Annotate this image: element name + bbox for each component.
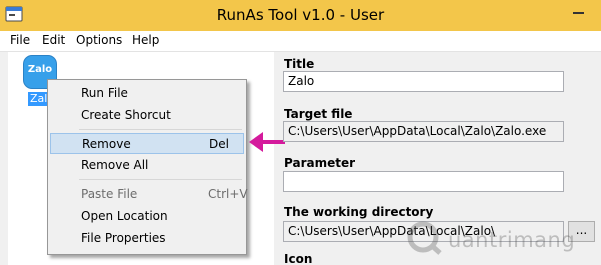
target-file-input[interactable]: C:\Users\User\AppData\Local\Zalo\Zalo.ex…	[283, 121, 564, 142]
title-bar[interactable]: RunAs Tool v1.0 - User	[0, 0, 601, 31]
context-menu: Run File Create Shorcut Remove Del Remov…	[47, 79, 248, 255]
menu-item-open-location[interactable]: Open Location	[50, 206, 244, 227]
watermark-text: uantrimang	[448, 228, 576, 252]
target-file-label: Target file	[284, 107, 353, 121]
parameter-label: Parameter	[284, 156, 356, 170]
menu-separator	[79, 179, 242, 180]
menu-separator	[79, 129, 242, 130]
working-directory-label: The working directory	[284, 205, 434, 219]
runas-tool-window: RunAs Tool v1.0 - User File Edit Options…	[0, 0, 601, 265]
watermark: uantrimang	[406, 218, 596, 258]
menu-item-run-file[interactable]: Run File	[50, 83, 244, 104]
menu-bar: File Edit Options Help	[0, 31, 601, 52]
menu-item-file-properties[interactable]: File Properties	[50, 228, 244, 249]
icon-field-label: Icon	[284, 252, 313, 265]
menu-item-create-shortcut[interactable]: Create Shorcut	[50, 105, 244, 126]
menu-item-remove-all[interactable]: Remove All	[50, 155, 244, 176]
watermark-logo-icon	[407, 221, 442, 255]
minimize-button[interactable]	[556, 0, 601, 22]
window-title: RunAs Tool v1.0 - User	[216, 6, 385, 24]
menu-options[interactable]: Options	[76, 33, 122, 47]
menu-item-paste-file: Paste File Ctrl+V	[81, 187, 248, 201]
minimize-icon	[573, 12, 584, 14]
title-field-label: Title	[284, 57, 315, 71]
parameter-input[interactable]	[283, 171, 564, 192]
menu-file[interactable]: File	[10, 33, 30, 47]
menu-item-remove[interactable]: Remove Del	[50, 133, 244, 154]
menu-help[interactable]: Help	[132, 33, 159, 47]
title-input[interactable]: Zalo	[283, 71, 564, 92]
menu-edit[interactable]: Edit	[42, 33, 65, 47]
pointer-arrow-icon	[249, 132, 285, 152]
